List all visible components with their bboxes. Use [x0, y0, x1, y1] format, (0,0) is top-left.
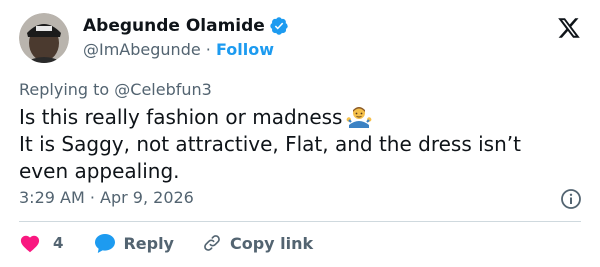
tweet-line-2: It is Saggy, not attractive, Flat, and t… — [19, 132, 521, 156]
heart-icon[interactable] — [19, 233, 41, 253]
action-bar: 4 Reply Copy link — [19, 232, 313, 254]
man-shrugging-emoji — [346, 104, 372, 128]
like-button[interactable]: 4 — [19, 233, 63, 253]
tweet-line-3: even appealing. — [19, 159, 180, 183]
reply-button[interactable]: Reply — [93, 232, 174, 254]
like-count: 4 — [53, 234, 64, 252]
display-name-row[interactable]: Abegunde Olamide — [83, 15, 289, 37]
divider — [19, 221, 581, 222]
tweet-line-1: Is this really fashion or madness — [19, 104, 584, 131]
replying-to[interactable]: Replying to @Celebfun3 — [19, 80, 212, 100]
handle-separator: · — [200, 40, 216, 59]
copy-link-button[interactable]: Copy link — [202, 233, 313, 253]
tweet-text: Is this really fashion or madness It is … — [19, 104, 584, 185]
speech-bubble-icon[interactable] — [93, 232, 117, 254]
tweet-line-1-text: Is this really fashion or madness — [19, 105, 343, 129]
author-handle[interactable]: @ImAbegunde — [83, 40, 201, 59]
author-name[interactable]: Abegunde Olamide — [83, 15, 265, 37]
timestamp[interactable]: 3:29 AM · Apr 9, 2026 — [19, 188, 194, 208]
info-icon[interactable] — [560, 188, 582, 210]
verified-badge-icon[interactable] — [269, 16, 289, 36]
handle-row: @ImAbegunde · Follow — [83, 40, 274, 60]
tweet-card: Abegunde Olamide @ImAbegunde · Follow Re… — [0, 0, 600, 267]
reply-label: Reply — [123, 233, 174, 253]
link-icon[interactable] — [202, 233, 222, 253]
follow-button[interactable]: Follow — [216, 40, 274, 59]
avatar[interactable] — [19, 13, 69, 63]
copy-link-label: Copy link — [229, 233, 314, 253]
x-logo-icon[interactable] — [557, 16, 581, 40]
